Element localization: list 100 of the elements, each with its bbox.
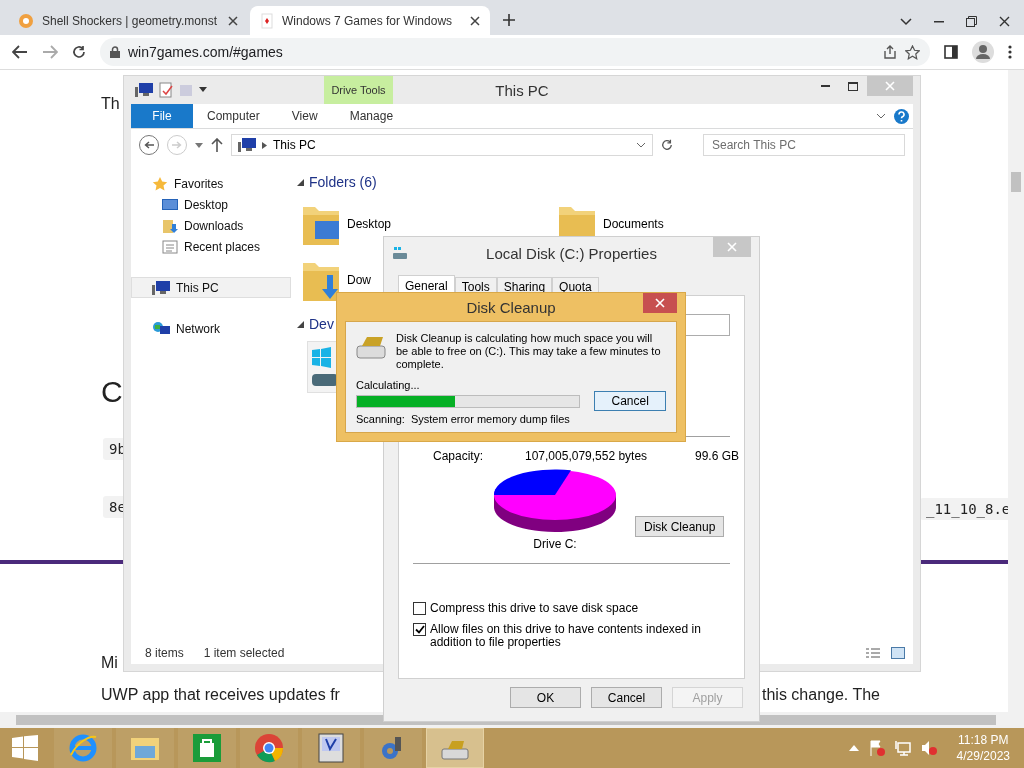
group-header[interactable]: Folders (6) <box>309 174 377 190</box>
download-folder-icon <box>162 217 178 234</box>
nav-item[interactable]: Network <box>131 318 291 339</box>
refresh-icon[interactable] <box>661 139 673 151</box>
folder-name[interactable]: Dow <box>347 273 371 287</box>
large-icons-view-icon[interactable] <box>891 647 905 659</box>
taskbar-app[interactable] <box>178 728 236 768</box>
url-text: win7games.com/#games <box>128 44 283 60</box>
flag-error-icon[interactable] <box>868 740 885 756</box>
more-menu-icon[interactable] <box>1008 45 1012 59</box>
windows-logo-icon <box>12 735 38 761</box>
browser-tab[interactable]: Shell Shockers | geometry.monst <box>8 6 248 35</box>
scanning-label: Scanning: <box>356 413 405 425</box>
minimize-icon[interactable] <box>820 85 830 87</box>
page-text: UWP app that receives updates fr <box>101 686 340 704</box>
capacity-size: 99.6 GB <box>695 449 741 463</box>
checkbox-label: Compress this drive to save disk space <box>430 602 639 615</box>
collapse-triangle-icon[interactable] <box>297 178 304 186</box>
vertical-scrollbar[interactable] <box>1008 70 1024 712</box>
windows-drive-icon <box>312 347 338 387</box>
checkbox[interactable] <box>413 602 426 615</box>
close-button[interactable] <box>643 293 677 313</box>
nav-item[interactable]: Favorites <box>131 173 291 194</box>
cards-icon <box>260 12 274 29</box>
back-arrow-icon[interactable] <box>12 45 28 59</box>
restore-icon[interactable] <box>966 16 977 27</box>
folder-name[interactable]: Documents <box>603 217 664 231</box>
close-icon[interactable] <box>228 15 238 26</box>
nav-label: This PC <box>176 280 219 295</box>
scanning-item: System error memory dump files <box>410 413 570 425</box>
collapse-triangle-icon[interactable] <box>297 320 304 328</box>
nav-item[interactable]: This PC <box>131 277 291 298</box>
address-field[interactable]: This PC <box>231 134 653 156</box>
properties-icon[interactable] <box>159 82 173 98</box>
checkbox-label: Allow files on this drive to have contents indexed in addition to file properties <box>430 623 702 649</box>
nav-label: Desktop <box>184 197 229 212</box>
reload-icon[interactable] <box>72 45 86 59</box>
capacity-label: Capacity: <box>433 449 485 463</box>
help-icon[interactable] <box>894 108 909 124</box>
chevron-down-icon[interactable] <box>636 142 646 148</box>
breadcrumb-arrow-icon[interactable] <box>262 141 267 149</box>
network-icon[interactable] <box>894 740 911 756</box>
egg-icon <box>18 12 34 29</box>
nav-label: Network <box>176 321 220 336</box>
checkbox[interactable] <box>413 623 426 636</box>
search-field[interactable]: Search This PC <box>703 134 905 156</box>
close-icon[interactable] <box>470 15 480 26</box>
chevron-down-icon[interactable] <box>876 113 886 119</box>
speaker-muted-icon[interactable] <box>920 740 937 756</box>
drive-icon <box>392 246 408 260</box>
cancel-button[interactable]: Cancel <box>594 391 666 411</box>
nav-label: Downloads <box>184 218 244 233</box>
chevron-down-icon[interactable] <box>900 17 912 26</box>
status-text: Calculating... <box>356 379 421 391</box>
star-outline-icon[interactable] <box>905 44 920 60</box>
page-text: this change. The <box>762 686 880 704</box>
nav-label: Favorites <box>174 176 224 191</box>
taskbar-app[interactable] <box>240 728 298 768</box>
folder-name[interactable]: Desktop <box>347 217 392 231</box>
minimize-icon[interactable] <box>934 20 944 23</box>
disk-cleanup-button[interactable]: Disk Cleanup <box>635 516 725 537</box>
plus-icon[interactable] <box>502 13 516 27</box>
breadcrumb-text: This PC <box>273 138 316 152</box>
up-arrow-icon[interactable] <box>211 138 223 152</box>
side-panel-icon[interactable] <box>944 45 958 59</box>
file-menu-button[interactable]: File <box>131 104 193 128</box>
nav-item[interactable]: Desktop <box>131 194 291 215</box>
browser-tab[interactable]: Windows 7 Games for Windows <box>250 6 490 35</box>
monitor-icon <box>318 733 344 763</box>
dialog-button[interactable]: OK <box>510 687 581 708</box>
close-icon[interactable] <box>999 16 1010 27</box>
dialog-title: Local Disk (C:) Properties <box>486 244 657 262</box>
share-icon[interactable] <box>883 45 897 59</box>
window-title: This PC <box>495 81 549 99</box>
store-bag-icon <box>192 733 222 763</box>
nav-item[interactable]: Downloads <box>131 215 291 236</box>
nav-item[interactable]: Recent places <box>131 236 291 257</box>
maximize-icon[interactable] <box>848 81 858 91</box>
taskbar-app[interactable] <box>364 728 422 768</box>
computer-icon <box>238 138 256 152</box>
computer-icon <box>152 280 170 295</box>
caret-up-icon[interactable] <box>848 745 859 751</box>
recent-places-icon <box>162 238 178 255</box>
page-text: Mi <box>101 654 118 672</box>
computer-icon <box>135 83 153 97</box>
chrome-logo-icon <box>254 733 284 763</box>
back-arrow-icon[interactable] <box>144 141 154 149</box>
tab-title: Windows 7 Games for Windows <box>282 13 454 28</box>
page-text: Th <box>101 95 120 113</box>
taskbar-app[interactable] <box>302 728 360 768</box>
dialog-tab[interactable]: General <box>398 275 455 295</box>
nav-label: Recent places <box>184 239 261 254</box>
avatar-icon[interactable] <box>972 41 994 63</box>
dialog-button[interactable]: Cancel <box>591 687 662 708</box>
group-header[interactable]: Dev <box>309 316 334 332</box>
caret-icon[interactable] <box>199 87 207 93</box>
dialog-title: Disk Cleanup <box>466 298 556 316</box>
contextual-tab-label: Drive Tools <box>324 76 393 104</box>
back-button[interactable] <box>139 135 159 155</box>
address-bar[interactable]: win7games.com/#games <box>100 38 930 66</box>
